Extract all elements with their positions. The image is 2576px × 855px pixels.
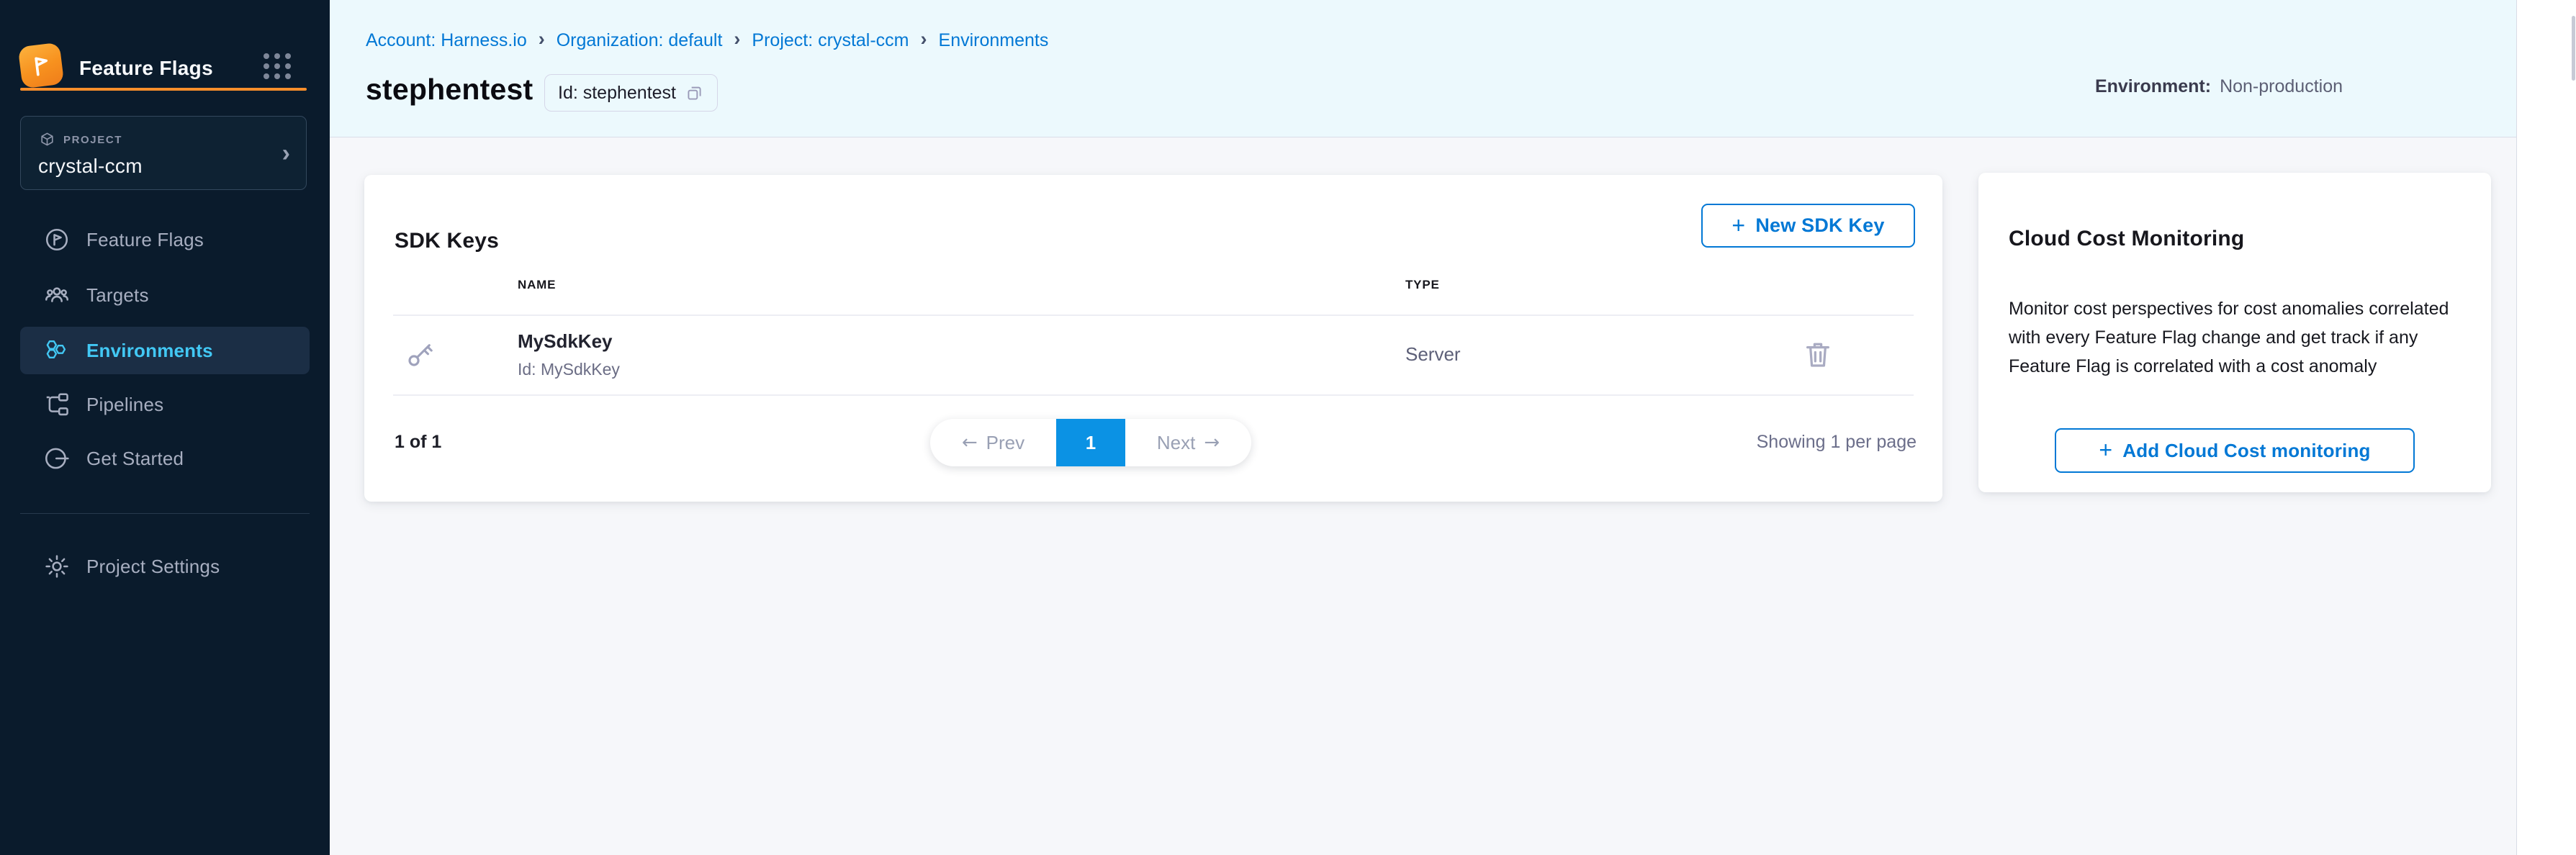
plus-icon: +	[1731, 214, 1745, 237]
breadcrumb-organization[interactable]: Organization: default	[557, 30, 723, 51]
sidebar-item-label: Targets	[86, 284, 149, 307]
arrow-right-icon: →	[1204, 432, 1220, 453]
module-switcher-icon[interactable]	[264, 53, 295, 83]
table-divider	[393, 315, 1914, 316]
cloud-cost-card: Cloud Cost Monitoring Monitor cost persp…	[1978, 173, 2491, 492]
sdk-key-type: Server	[1405, 343, 1461, 366]
delete-sdk-key-button[interactable]	[1801, 338, 1834, 372]
sidebar-divider	[20, 513, 310, 514]
add-cloud-cost-button[interactable]: + Add Cloud Cost monitoring	[2055, 428, 2415, 473]
sdk-keys-title: SDK Keys	[395, 229, 499, 253]
brand-underline	[20, 88, 307, 91]
arrow-left-icon: ←	[962, 432, 978, 453]
flag-circle-icon	[43, 226, 71, 253]
sdk-keys-card: SDK Keys + New SDK Key NAME TYPE MySdkKe…	[364, 175, 1942, 502]
right-panel-strip	[2516, 0, 2576, 855]
breadcrumb-environments[interactable]: Environments	[939, 30, 1049, 51]
breadcrumb: Account: Harness.io › Organization: defa…	[366, 30, 1048, 51]
sidebar-item-pipelines[interactable]: Pipelines	[20, 381, 310, 428]
row-count: 1 of 1	[395, 432, 441, 453]
chevron-right-icon: ›	[282, 141, 290, 166]
pagination: ← Prev 1 Next →	[930, 419, 1251, 466]
copy-icon[interactable]	[685, 83, 704, 103]
sdk-key-id: Id: MySdkKey	[518, 360, 620, 379]
page-header: Account: Harness.io › Organization: defa…	[330, 0, 2516, 137]
chevron-right-icon: ›	[539, 30, 545, 49]
sidebar-item-get-started[interactable]: Get Started	[20, 435, 310, 482]
column-header-type: TYPE	[1405, 278, 1440, 292]
chevron-right-icon: ›	[921, 30, 927, 49]
feature-flags-logo-icon[interactable]	[18, 42, 65, 89]
sidebar-item-label: Get Started	[86, 448, 184, 470]
page-number-button[interactable]: 1	[1056, 419, 1125, 466]
gear-icon	[43, 553, 71, 580]
sidebar-item-label: Project Settings	[86, 556, 220, 578]
sidebar-item-project-settings[interactable]: Project Settings	[20, 543, 310, 590]
environment-id-chip[interactable]: Id: stephentest	[544, 74, 718, 112]
plus-icon: +	[2099, 438, 2112, 461]
sidebar-item-label: Environments	[86, 340, 213, 362]
sidebar-item-label: Pipelines	[86, 394, 163, 416]
new-sdk-key-button[interactable]: + New SDK Key	[1701, 204, 1915, 248]
sdk-key-name: MySdkKey	[518, 330, 613, 353]
project-selector[interactable]: PROJECT crystal-ccm ›	[20, 116, 307, 190]
main-content: SDK Keys + New SDK Key NAME TYPE MySdkKe…	[330, 137, 2516, 855]
environment-type: Environment: Non-production	[2095, 76, 2343, 97]
environments-icon	[43, 337, 71, 364]
chevron-right-icon: ›	[734, 30, 740, 49]
sidebar-item-feature-flags[interactable]: Feature Flags	[20, 216, 310, 263]
table-divider	[393, 394, 1914, 396]
cloud-cost-description: Monitor cost perspectives for cost anoma…	[2009, 294, 2461, 381]
project-label: PROJECT	[63, 134, 122, 146]
pipelines-icon	[43, 391, 71, 418]
brand-row: Feature Flags	[0, 0, 330, 89]
next-page-button[interactable]: Next →	[1125, 419, 1251, 466]
get-started-icon	[43, 445, 71, 472]
prev-page-button[interactable]: ← Prev	[930, 419, 1056, 466]
sidebar-item-environments[interactable]: Environments	[20, 327, 310, 374]
page-root: Feature Flags PROJECT crystal-ccm ›	[0, 0, 2576, 855]
cloud-cost-title: Cloud Cost Monitoring	[2009, 227, 2244, 251]
sidebar: Feature Flags PROJECT crystal-ccm ›	[0, 0, 330, 855]
sdk-key-icon	[405, 338, 436, 370]
environment-type-value: Non-production	[2220, 76, 2343, 97]
project-name: crystal-ccm	[38, 155, 143, 178]
targets-icon	[43, 281, 71, 309]
scrollbar-thumb[interactable]	[2572, 16, 2575, 81]
column-header-name: NAME	[518, 278, 556, 292]
sidebar-item-targets[interactable]: Targets	[20, 271, 310, 319]
showing-per-page: Showing 1 per page	[1757, 432, 1917, 453]
breadcrumb-account[interactable]: Account: Harness.io	[366, 30, 527, 51]
environment-id-text: Id: stephentest	[558, 83, 676, 104]
project-cube-icon	[38, 131, 56, 149]
sidebar-item-label: Feature Flags	[86, 229, 204, 251]
environment-type-label: Environment:	[2095, 76, 2211, 97]
breadcrumb-project[interactable]: Project: crystal-ccm	[752, 30, 909, 51]
page-title: stephentest	[366, 73, 533, 107]
module-title: Feature Flags	[79, 57, 213, 80]
